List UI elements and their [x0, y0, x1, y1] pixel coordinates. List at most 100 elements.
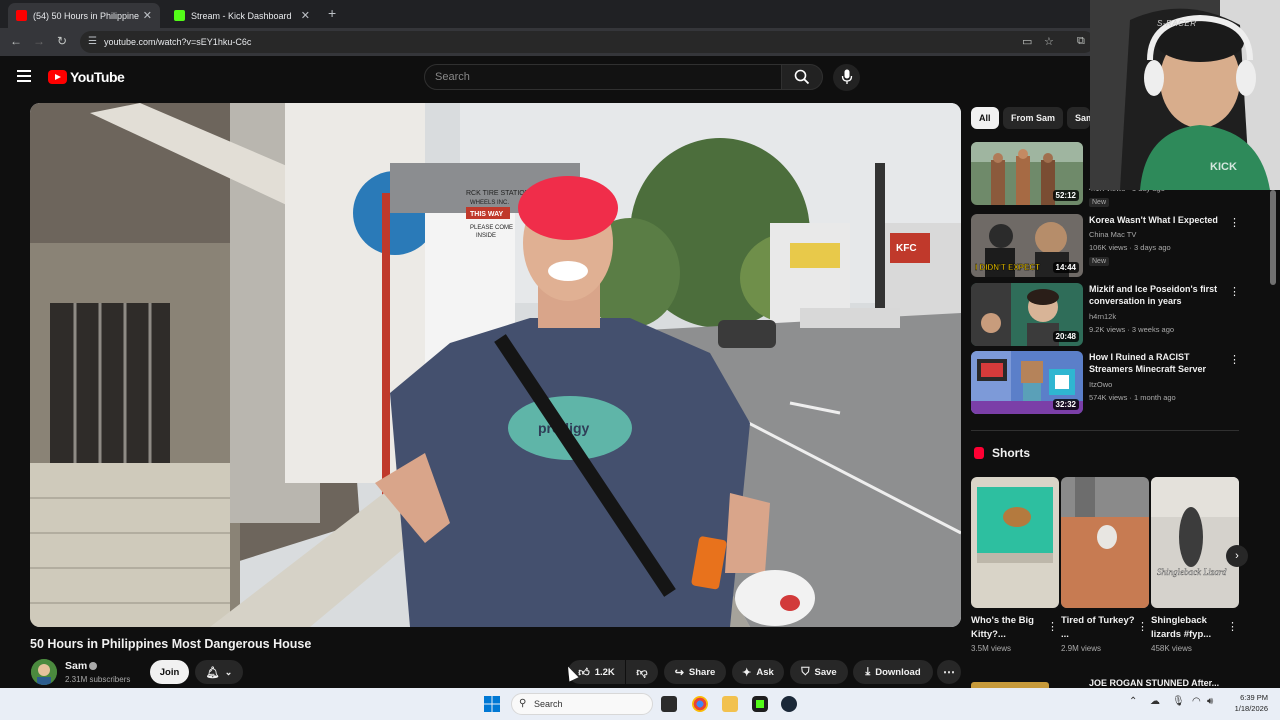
show-hidden-icons-icon[interactable]: ⌃: [1129, 696, 1137, 707]
more-actions-button[interactable]: ⋯: [937, 660, 961, 684]
file-explorer-icon[interactable]: [722, 696, 738, 712]
channel-avatar[interactable]: [31, 659, 57, 685]
short-thumbnail-image: [971, 477, 1059, 608]
voice-search-button[interactable]: [833, 64, 860, 91]
hamburger-menu-icon[interactable]: [17, 70, 31, 82]
taskbar-search-input[interactable]: ⚲ Search: [511, 693, 653, 715]
short-title: Shingleback lizards #fyp...: [1151, 615, 1212, 640]
shop-sign-line2: WHEELS INC.: [470, 200, 509, 206]
more-vertical-icon[interactable]: ⋮: [1229, 353, 1240, 366]
video-thumbnail[interactable]: 32:32: [971, 351, 1083, 414]
recommendation-item[interactable]: 32:32 How I Ruined a RACIST Streamers Mi…: [971, 351, 1241, 415]
short-thumbnail[interactable]: [971, 477, 1059, 608]
video-duration: 14:44: [1052, 262, 1079, 273]
kick-app-icon[interactable]: [752, 696, 768, 712]
like-count: 1.2K: [594, 666, 615, 678]
short-thumbnail-image: Shingleback Lizard: [1151, 477, 1239, 608]
shop-sign-line4: INSIDE: [476, 233, 496, 239]
recommendation-title: Mizkif and Ice Poseidon's first conversa…: [1089, 284, 1218, 306]
avatar-image: [31, 659, 57, 685]
shorts-header: Shorts: [974, 446, 1030, 460]
kick-favicon-icon: [174, 10, 185, 21]
search-icon: [794, 69, 810, 85]
wifi-icon[interactable]: ◠: [1192, 696, 1201, 707]
volume-icon[interactable]: 🔊︎: [1207, 696, 1213, 707]
notifications-button[interactable]: 🔔︎ ⌄: [195, 660, 243, 684]
microphone-tray-icon[interactable]: 🎙︎: [1172, 696, 1185, 707]
video-thumbnail[interactable]: 20:48: [971, 283, 1083, 346]
download-icon: ⤓: [865, 665, 871, 678]
like-button[interactable]: 👍︎ 1.2K: [568, 660, 625, 684]
shop-sign-line1: RCK TIRE STATION: [466, 190, 530, 197]
tab-kick-dashboard[interactable]: Stream - Kick Dashboard ✕: [166, 3, 318, 28]
short-item[interactable]: Tired of Turkey? ... 2.9M views ⋮: [1061, 477, 1149, 653]
short-title: Who's the Big Kitty?...: [971, 615, 1034, 640]
recommendation-channel[interactable]: China Mac TV: [1089, 230, 1136, 239]
forward-icon[interactable]: →: [33, 34, 45, 48]
recommendation-item[interactable]: I DIDN'T EXPECT 14:44 Korea Wasn't What …: [971, 214, 1241, 278]
recommendation-meta: 9.2K views · 3 weeks ago: [1089, 325, 1175, 334]
short-item[interactable]: Shingleback Lizard Shingleback lizards #…: [1151, 477, 1239, 653]
taskbar-search-placeholder: Search: [534, 699, 563, 709]
share-icon: ↪: [674, 666, 684, 679]
short-thumbnail[interactable]: [1061, 477, 1149, 608]
recommendation-channel[interactable]: ItzOwo: [1089, 380, 1112, 389]
install-app-icon[interactable]: ▭: [1022, 35, 1032, 48]
system-clock[interactable]: 6:39 PM 1/18/2026: [1218, 692, 1268, 714]
shorts-next-button[interactable]: ›: [1226, 545, 1248, 567]
back-icon[interactable]: ←: [10, 34, 22, 48]
close-tab-icon[interactable]: ✕: [301, 9, 310, 22]
youtube-logo[interactable]: YouTube: [48, 69, 125, 85]
tab-youtube[interactable]: (54) 50 Hours in Philippines M ✕: [8, 3, 160, 28]
recommendation-channel[interactable]: h4rn12k: [1089, 312, 1116, 321]
task-view-icon[interactable]: [661, 696, 677, 712]
chrome-icon[interactable]: [692, 696, 708, 712]
short-views: 458K views: [1151, 644, 1192, 653]
bell-icon: 🔔︎: [205, 666, 220, 679]
more-vertical-icon[interactable]: ⋮: [1229, 285, 1240, 298]
webcam-feed: KICK: [1090, 0, 1280, 190]
short-thumbnail[interactable]: Shingleback Lizard: [1151, 477, 1239, 608]
search-button[interactable]: [781, 64, 823, 90]
video-title: 50 Hours in Philippines Most Dangerous H…: [30, 637, 312, 651]
recommendation-item[interactable]: 20:48 Mizkif and Ice Poseidon's first co…: [971, 283, 1241, 347]
search-icon: ⚲: [519, 698, 527, 709]
site-info-icon[interactable]: ☰: [88, 36, 97, 47]
browser-toolbar: ← → ↻ ☰ youtube.com/watch?v=sEY1hku-C6c …: [0, 28, 1280, 56]
cloud-icon[interactable]: ☁: [1150, 696, 1160, 707]
share-button[interactable]: ↪ Share: [664, 660, 726, 684]
bookmark-star-icon[interactable]: ☆: [1044, 35, 1054, 48]
video-thumbnail[interactable]: I DIDN'T EXPECT 14:44: [971, 214, 1083, 277]
short-item[interactable]: Who's the Big Kitty?... 3.5M views ⋮: [971, 477, 1059, 653]
windows-start-icon[interactable]: [484, 696, 500, 712]
more-vertical-icon[interactable]: ⋮: [1229, 216, 1240, 229]
channel-name[interactable]: Sam: [65, 660, 87, 672]
dislike-button[interactable]: 👎︎: [626, 660, 658, 684]
thumbs-up-icon: 👍︎: [578, 666, 590, 679]
close-tab-icon[interactable]: ✕: [143, 9, 152, 22]
download-button[interactable]: ⤓ Download: [853, 660, 933, 684]
video-thumbnail[interactable]: 52:12: [971, 142, 1083, 205]
chair-brand-text: S-RACER: [1157, 19, 1197, 28]
clock-date: 1/18/2026: [1234, 704, 1268, 713]
chip-sam[interactable]: Sam: [1067, 107, 1090, 129]
more-vertical-icon[interactable]: ⋮: [1047, 620, 1058, 633]
search-input[interactable]: Search: [424, 64, 782, 90]
save-button[interactable]: ⛉ Save: [790, 660, 848, 684]
more-vertical-icon[interactable]: ⋮: [1137, 620, 1148, 633]
page-scrollbar[interactable]: [1270, 190, 1276, 285]
video-player[interactable]: RCK TIRE STATION WHEELS INC. THIS WAY PL…: [30, 103, 961, 627]
ask-button[interactable]: ✦ Ask: [732, 660, 784, 684]
extensions-icon[interactable]: ⧉: [1077, 35, 1085, 48]
recommendation-title: Korea Wasn't What I Expected: [1089, 215, 1218, 225]
join-button[interactable]: Join: [150, 660, 189, 684]
steam-icon[interactable]: [781, 696, 797, 712]
windows-taskbar: ⚲ Search ⌃ ☁ 🎙︎ ◠ 🔊︎ 6:39 PM 1/18/2026: [0, 688, 1280, 720]
more-vertical-icon[interactable]: ⋮: [1227, 620, 1238, 633]
chip-all[interactable]: All: [971, 107, 999, 129]
chip-from-sam[interactable]: From Sam: [1003, 107, 1064, 129]
video-duration: 20:48: [1052, 331, 1079, 342]
reload-icon[interactable]: ↻: [57, 34, 67, 48]
new-tab-icon[interactable]: +: [328, 5, 336, 21]
address-bar[interactable]: ☰ youtube.com/watch?v=sEY1hku-C6c: [80, 31, 1095, 53]
